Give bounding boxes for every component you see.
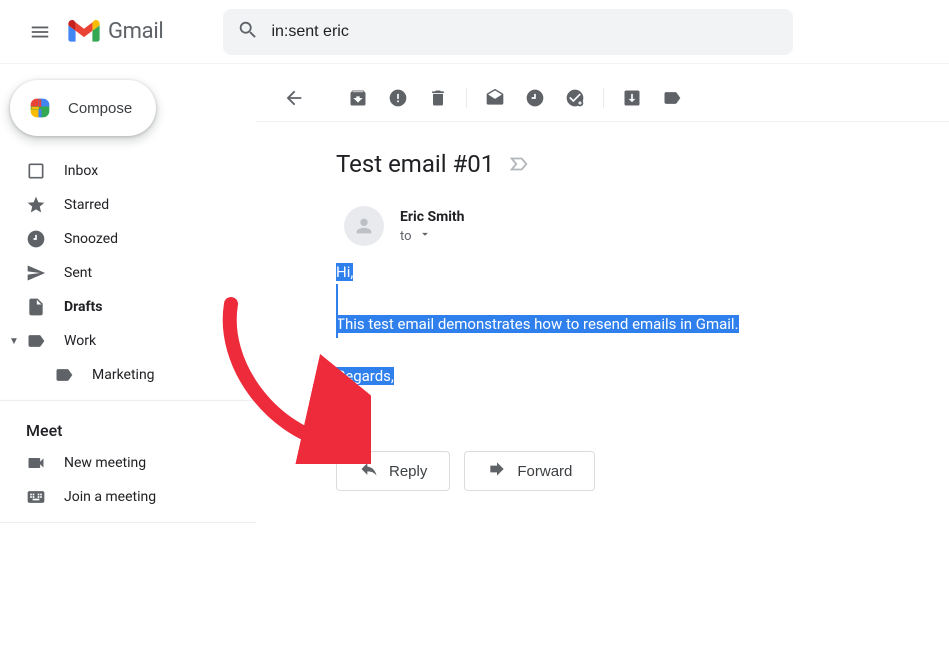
toolbar-separator	[603, 88, 604, 108]
compose-label: Compose	[68, 100, 132, 117]
delete-button[interactable]	[418, 78, 458, 118]
email-subject-row: Test email #01	[336, 150, 949, 178]
toolbar	[256, 74, 949, 122]
sidebar-item-label: Snoozed	[64, 231, 118, 247]
send-icon	[26, 263, 46, 283]
sidebar-divider	[0, 400, 256, 401]
search-input[interactable]	[271, 23, 779, 41]
main-menu-button[interactable]	[16, 8, 64, 56]
reply-icon	[359, 459, 379, 483]
sidebar-item-marketing[interactable]: Marketing	[0, 358, 256, 392]
email-pane: Test email #01 Eric Smith to	[256, 64, 949, 655]
search-bar[interactable]	[223, 9, 793, 55]
mark-unread-button[interactable]	[475, 78, 515, 118]
drafts-icon	[26, 297, 46, 317]
body-line-2: This test email demonstrates how to rese…	[336, 315, 739, 333]
body-line-3: Regards,	[336, 367, 394, 385]
body-line-4: E.	[336, 392, 348, 410]
spam-button[interactable]	[378, 78, 418, 118]
label-icon	[54, 365, 74, 385]
forward-icon	[487, 459, 507, 483]
sidebar-item-inbox[interactable]: Inbox	[0, 154, 256, 188]
email-body[interactable]: Hi, This test email demonstrates how to …	[336, 260, 949, 415]
sidebar-item-work[interactable]: ▼ Work	[0, 324, 256, 358]
inbox-icon	[26, 161, 46, 181]
keyboard-icon	[26, 487, 46, 507]
sidebar-item-starred[interactable]: Starred	[0, 188, 256, 222]
body-line-1: Hi,	[336, 263, 353, 281]
expand-icon: ▼	[8, 336, 20, 347]
clock-icon	[26, 229, 46, 249]
snooze-button[interactable]	[515, 78, 555, 118]
sidebar-item-label: Starred	[64, 197, 109, 213]
sidebar-item-join-meeting[interactable]: Join a meeting	[0, 480, 256, 514]
sidebar-item-label: Marketing	[92, 367, 155, 383]
move-to-button[interactable]	[612, 78, 652, 118]
sidebar-item-label: Inbox	[64, 163, 98, 179]
sidebar-item-label: New meeting	[64, 455, 146, 471]
app-name: Gmail	[108, 19, 163, 44]
to-line[interactable]: to	[400, 227, 949, 245]
labels-button[interactable]	[652, 78, 692, 118]
search-icon[interactable]	[237, 19, 259, 45]
sidebar-item-snoozed[interactable]: Snoozed	[0, 222, 256, 256]
sidebar-item-label: Drafts	[64, 299, 102, 315]
sender-avatar[interactable]	[344, 206, 384, 246]
sidebar-item-label: Work	[64, 333, 96, 349]
sidebar-item-sent[interactable]: Sent	[0, 256, 256, 290]
meet-heading: Meet	[0, 409, 256, 446]
label-icon	[26, 331, 46, 351]
sender-name: Eric Smith	[400, 209, 465, 225]
toolbar-separator	[466, 88, 467, 108]
star-icon	[26, 195, 46, 215]
to-prefix: to	[400, 229, 412, 244]
reply-label: Reply	[389, 463, 427, 480]
gmail-logo[interactable]: Gmail	[68, 19, 163, 44]
forward-button[interactable]: Forward	[464, 451, 595, 491]
sidebar-item-label: Join a meeting	[64, 489, 156, 505]
chevron-down-icon[interactable]	[418, 227, 432, 245]
sidebar-item-label: Sent	[64, 265, 92, 281]
back-button[interactable]	[274, 78, 314, 118]
drafts-count: 5	[231, 300, 238, 315]
add-task-button[interactable]	[555, 78, 595, 118]
video-icon	[26, 453, 46, 473]
sidebar-item-drafts[interactable]: Drafts 5	[0, 290, 256, 324]
text-cursor	[336, 284, 338, 338]
email-subject: Test email #01	[336, 150, 494, 178]
sidebar-divider-bottom	[0, 522, 256, 523]
important-marker-icon[interactable]	[508, 153, 530, 175]
plus-icon	[26, 94, 54, 122]
sidebar: Compose Inbox Starred Snoozed	[0, 64, 256, 655]
archive-button[interactable]	[338, 78, 378, 118]
sidebar-item-new-meeting[interactable]: New meeting	[0, 446, 256, 480]
forward-label: Forward	[517, 463, 572, 480]
reply-button[interactable]: Reply	[336, 451, 450, 491]
compose-button[interactable]: Compose	[10, 80, 156, 136]
